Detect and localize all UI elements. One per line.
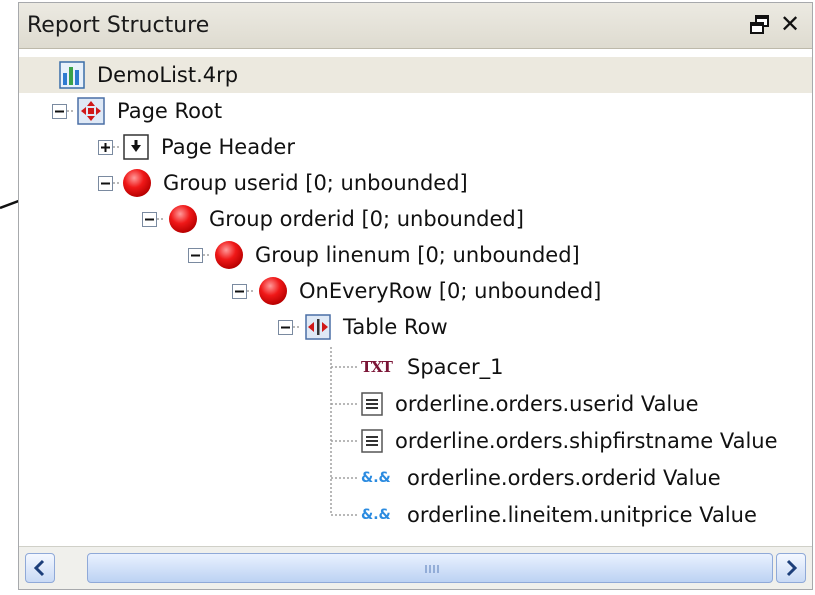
float-window-icon[interactable]: [748, 13, 772, 37]
horizontal-scrollbar[interactable]: [19, 546, 812, 589]
tree-item-label: Group linenum [0; unbounded]: [255, 243, 580, 267]
string-value-icon: [361, 392, 383, 416]
tree-item-userid-value[interactable]: orderline.orders.userid Value: [361, 386, 699, 422]
numeric-value-icon: &.&: [361, 507, 391, 523]
tree-item-orderid-value[interactable]: &.& orderline.orders.orderid Value: [361, 460, 721, 496]
tree-item-label: Group userid [0; unbounded]: [163, 171, 468, 195]
collapse-toggle-icon[interactable]: [98, 176, 113, 191]
scroll-right-icon[interactable]: [776, 553, 806, 583]
panel-title: Report Structure: [27, 13, 210, 38]
panel-titlebar: Report Structure ✕: [19, 3, 812, 49]
tree-item-label: orderline.orders.orderid Value: [407, 466, 721, 490]
tree-item-group-linenum[interactable]: Group linenum [0; unbounded]: [215, 237, 580, 273]
tree-item-label: Page Root: [117, 99, 223, 123]
tree-item-on-every-row[interactable]: OnEveryRow [0; unbounded]: [259, 273, 601, 309]
page-root-icon: [77, 97, 105, 125]
numeric-value-icon: &.&: [361, 470, 391, 486]
tree-item-group-userid[interactable]: Group userid [0; unbounded]: [123, 165, 468, 201]
collapse-toggle-icon[interactable]: [232, 284, 247, 299]
table-row-icon: [305, 314, 331, 340]
group-ball-icon: [123, 169, 151, 197]
tree-item-label: Spacer_1: [407, 355, 504, 379]
structure-tree: DemoList.4rp Page Root Page Header Group…: [19, 49, 812, 537]
tree-item-label: DemoList.4rp: [97, 63, 239, 87]
tree-item-page-header[interactable]: Page Header: [123, 129, 295, 165]
collapse-toggle-icon[interactable]: [278, 320, 293, 335]
tree-item-label: orderline.orders.userid Value: [395, 392, 699, 416]
report-structure-panel: Report Structure ✕ DemoList.4rp Page Roo…: [18, 2, 813, 590]
report-file-icon: [59, 61, 85, 89]
tree-item-group-orderid[interactable]: Group orderid [0; unbounded]: [169, 201, 524, 237]
tree-item-table-row[interactable]: Table Row: [305, 309, 448, 345]
group-ball-icon: [259, 277, 287, 305]
expand-toggle-icon[interactable]: [98, 140, 113, 155]
group-ball-icon: [169, 205, 197, 233]
tree-item-label: orderline.lineitem.unitprice Value: [407, 503, 757, 527]
tree-item-label: Group orderid [0; unbounded]: [209, 207, 524, 231]
scrollbar-thumb[interactable]: [87, 553, 773, 583]
text-field-icon: TXT: [361, 358, 393, 376]
group-ball-icon: [215, 241, 243, 269]
tree-item-label: Table Row: [343, 315, 448, 339]
page-header-icon: [123, 134, 149, 160]
close-icon[interactable]: ✕: [778, 12, 802, 36]
collapse-toggle-icon[interactable]: [142, 212, 157, 227]
collapse-toggle-icon[interactable]: [52, 104, 67, 119]
tree-item-root[interactable]: DemoList.4rp: [19, 57, 812, 93]
tree-item-spacer[interactable]: TXT Spacer_1: [361, 349, 504, 385]
tree-item-shipfirstname-value[interactable]: orderline.orders.shipfirstname Value: [361, 423, 778, 459]
scroll-grip-icon: [425, 565, 439, 573]
tree-item-unitprice-value[interactable]: &.& orderline.lineitem.unitprice Value: [361, 497, 757, 533]
collapse-toggle-icon[interactable]: [188, 248, 203, 263]
scroll-left-icon[interactable]: [25, 553, 55, 583]
tree-item-label: orderline.orders.shipfirstname Value: [395, 429, 778, 453]
tree-item-page-root[interactable]: Page Root: [77, 93, 222, 129]
tree-item-label: OnEveryRow [0; unbounded]: [299, 279, 602, 303]
string-value-icon: [361, 429, 383, 453]
tree-item-label: Page Header: [161, 135, 295, 159]
